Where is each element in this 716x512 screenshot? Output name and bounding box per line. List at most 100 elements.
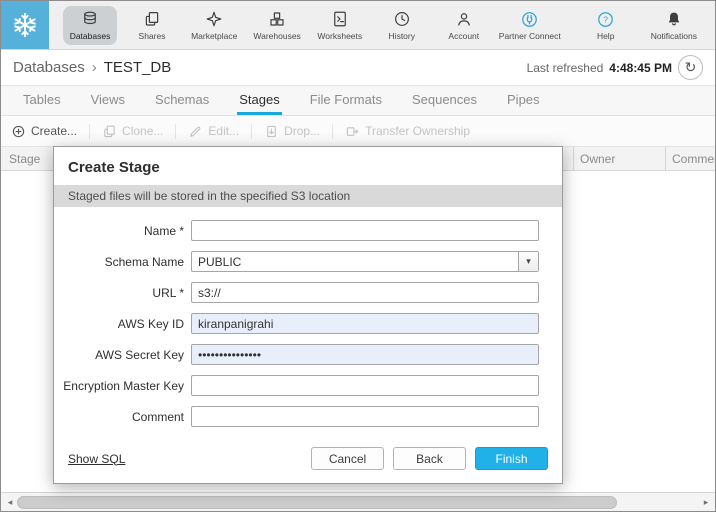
nav-item-marketplace[interactable]: Marketplace xyxy=(187,6,241,45)
create-icon xyxy=(11,124,26,139)
stages-toolbar: Create... Clone... Edit... xyxy=(1,116,715,147)
show-sql-link[interactable]: Show SQL xyxy=(68,452,125,466)
tab-sequences[interactable]: Sequences xyxy=(410,86,479,115)
aws-key-id-label: AWS Key ID xyxy=(54,317,184,331)
nav-label: Warehouses xyxy=(253,31,300,41)
chevron-glyph: ▾ xyxy=(526,256,531,267)
edit-icon xyxy=(188,124,203,139)
finish-button[interactable]: Finish xyxy=(475,447,548,470)
name-label: Name * xyxy=(54,224,184,238)
form-row-schema-name: Schema Name PUBLIC ▾ xyxy=(54,251,562,272)
schema-name-selected-value: PUBLIC xyxy=(192,255,518,269)
scroll-left-icon[interactable]: ◂ xyxy=(3,497,17,508)
nav-item-account[interactable]: Account xyxy=(437,6,491,45)
name-input[interactable] xyxy=(191,220,539,241)
scrollbar-track[interactable] xyxy=(17,496,699,509)
snowflake-console-window: Databases Shares Marketplace xyxy=(0,0,716,512)
warehouses-icon xyxy=(268,10,286,29)
url-label: URL * xyxy=(54,286,184,300)
form-row-url: URL * xyxy=(54,282,562,303)
refresh-icon: ↻ xyxy=(685,59,697,76)
nav-item-history[interactable]: History xyxy=(375,6,429,45)
tab-tables[interactable]: Tables xyxy=(21,86,63,115)
last-refreshed-time: 4:48:45 PM xyxy=(609,61,672,75)
breadcrumb-parent[interactable]: Databases xyxy=(13,59,85,76)
schema-name-label: Schema Name xyxy=(54,255,184,269)
nav-label: Marketplace xyxy=(191,31,237,41)
toolbar-divider xyxy=(332,124,333,139)
breadcrumb-current: TEST_DB xyxy=(104,59,172,76)
dialog-footer: Show SQL Cancel Back Finish xyxy=(54,439,562,483)
nav-label: Shares xyxy=(139,31,166,41)
nav-item-shares[interactable]: Shares xyxy=(125,6,179,45)
toolbar-divider xyxy=(251,124,252,139)
url-input[interactable] xyxy=(191,282,539,303)
refresh-area: Last refreshed 4:48:45 PM ↻ xyxy=(527,55,703,80)
nav-label: History xyxy=(389,31,415,41)
nav-item-partner-connect[interactable]: Partner Connect xyxy=(491,6,569,45)
tab-views[interactable]: Views xyxy=(89,86,127,115)
transfer-ownership-label: Transfer Ownership xyxy=(365,124,470,138)
transfer-ownership-button[interactable]: Transfer Ownership xyxy=(345,124,470,139)
clone-icon xyxy=(102,124,117,139)
transfer-ownership-icon xyxy=(345,124,360,139)
tab-file-formats[interactable]: File Formats xyxy=(308,86,384,115)
account-icon xyxy=(455,10,473,29)
dialog-subtitle: Staged files will be stored in the speci… xyxy=(54,185,562,207)
nav-item-worksheets[interactable]: Worksheets xyxy=(313,6,367,45)
encryption-master-key-label: Encryption Master Key xyxy=(54,379,184,393)
column-header-comment: Comment xyxy=(665,147,715,170)
history-icon xyxy=(393,10,411,29)
form-row-name: Name * xyxy=(54,220,562,241)
notifications-icon xyxy=(665,10,683,29)
horizontal-scrollbar[interactable]: ◂ ▸ xyxy=(1,492,715,511)
top-nav: Databases Shares Marketplace xyxy=(1,1,715,50)
create-stage-dialog: Create Stage Staged files will be stored… xyxy=(53,146,563,484)
snowflake-logo[interactable] xyxy=(1,1,49,49)
snowflake-icon xyxy=(11,11,39,39)
drop-icon xyxy=(264,124,279,139)
partner-connect-icon xyxy=(520,10,539,29)
scrollbar-thumb[interactable] xyxy=(17,496,617,509)
cancel-button[interactable]: Cancel xyxy=(311,447,384,470)
marketplace-icon xyxy=(205,10,223,29)
tab-schemas[interactable]: Schemas xyxy=(153,86,211,115)
refresh-button[interactable]: ↻ xyxy=(678,55,703,80)
form-row-aws-key-id: AWS Key ID xyxy=(54,313,562,334)
breadcrumb-separator: › xyxy=(92,59,97,76)
form-row-encryption-master-key: Encryption Master Key xyxy=(54,375,562,396)
drop-label: Drop... xyxy=(284,124,320,138)
aws-secret-key-input[interactable] xyxy=(191,344,539,365)
edit-button[interactable]: Edit... xyxy=(188,124,239,139)
object-tabs: Tables Views Schemas Stages File Formats… xyxy=(1,86,715,116)
form-row-comment: Comment xyxy=(54,406,562,427)
nav-label: Databases xyxy=(70,31,111,41)
nav-label: Account xyxy=(448,31,479,41)
clone-button[interactable]: Clone... xyxy=(102,124,163,139)
last-refreshed-label: Last refreshed xyxy=(527,61,604,75)
create-button[interactable]: Create... xyxy=(11,124,77,139)
shares-icon xyxy=(143,10,161,29)
tab-pipes[interactable]: Pipes xyxy=(505,86,542,115)
nav-item-databases[interactable]: Databases xyxy=(63,6,117,45)
schema-name-select[interactable]: PUBLIC ▾ xyxy=(191,251,539,272)
breadcrumb: Databases › TEST_DB xyxy=(13,59,171,76)
form-row-aws-secret-key: AWS Secret Key xyxy=(54,344,562,365)
scroll-right-icon[interactable]: ▸ xyxy=(699,497,713,508)
nav-label: Worksheets xyxy=(317,31,362,41)
nav-item-notifications[interactable]: Notifications xyxy=(643,6,705,45)
chevron-down-icon[interactable]: ▾ xyxy=(518,252,538,271)
svg-text:?: ? xyxy=(603,14,608,24)
column-header-owner: Owner xyxy=(573,147,665,170)
encryption-master-key-input[interactable] xyxy=(191,375,539,396)
dialog-buttons: Cancel Back Finish xyxy=(311,447,548,470)
nav-item-help[interactable]: ? Help xyxy=(579,6,633,45)
comment-label: Comment xyxy=(54,410,184,424)
drop-button[interactable]: Drop... xyxy=(264,124,320,139)
main-nav: Databases Shares Marketplace xyxy=(49,1,491,49)
nav-item-warehouses[interactable]: Warehouses xyxy=(249,6,304,45)
tab-stages[interactable]: Stages xyxy=(237,86,281,115)
aws-key-id-input[interactable] xyxy=(191,313,539,334)
back-button[interactable]: Back xyxy=(393,447,466,470)
comment-input[interactable] xyxy=(191,406,539,427)
